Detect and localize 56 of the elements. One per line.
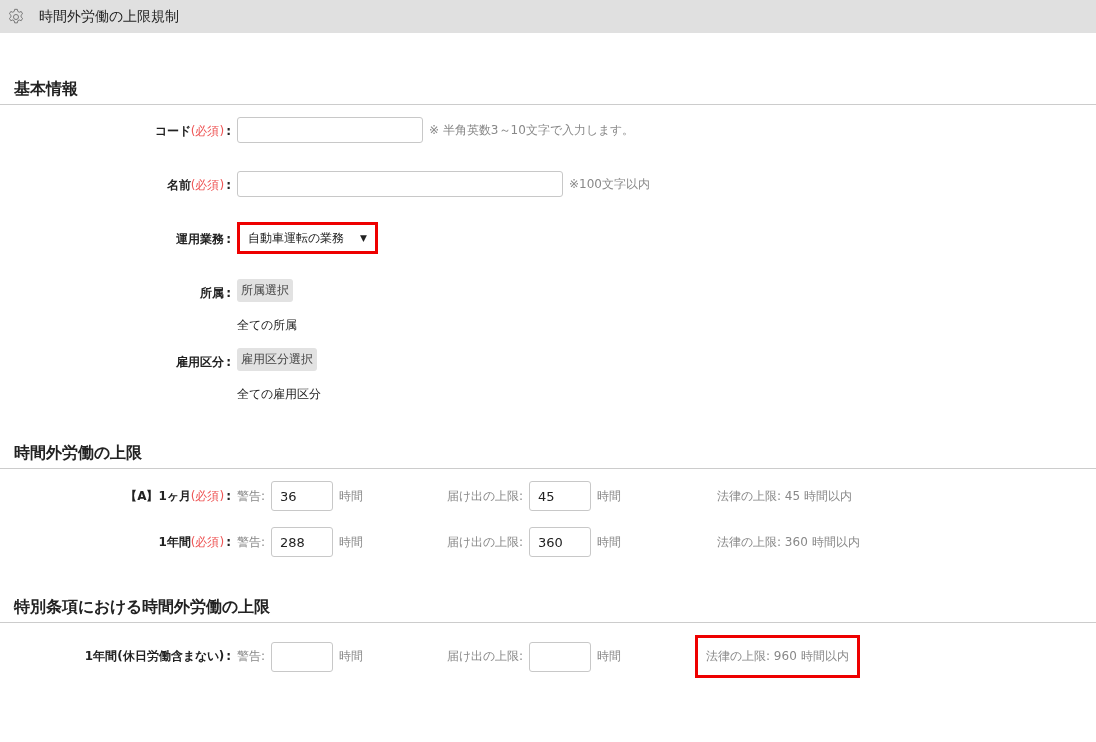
label-colon: : [226, 534, 231, 549]
label-colon: : [226, 286, 231, 300]
caret-icon: ▼ [360, 233, 367, 243]
field-label: 【A】1ヶ月 [125, 488, 191, 503]
field-label: 名前 [166, 178, 191, 192]
legal-limit-text: 法律の上限: 45 時間以内 [717, 487, 852, 505]
number-field[interactable] [529, 641, 592, 672]
select-button[interactable]: 所属選択 [237, 279, 293, 302]
label-colon: : [226, 178, 231, 192]
unit-text: 時間 [339, 487, 364, 505]
section-heading: 特別条項における時間外労働の上限 [0, 597, 1096, 623]
selection-text: 全ての所属 [237, 317, 297, 334]
field-label: 運用業務 [176, 232, 225, 246]
label-colon: : [226, 355, 231, 369]
text-field[interactable] [237, 117, 423, 143]
number-field[interactable]: 360 [529, 527, 592, 557]
label-colon: : [226, 232, 231, 246]
hint-text: ※ 半角英数3～10文字で入力します。 [429, 121, 634, 139]
field-label: 1年間 [158, 534, 191, 549]
number-field[interactable] [271, 641, 334, 672]
label-colon: : [226, 488, 231, 503]
field-label: 届け出の上限: [447, 648, 524, 665]
field-label: 1年間(休日労働含まない) [84, 649, 225, 663]
settings-icon [7, 7, 25, 26]
select-button[interactable]: 雇用区分選択 [237, 348, 317, 371]
field-label: 警告: [237, 533, 266, 551]
field-label: 届け出の上限: [447, 487, 524, 505]
unit-text: 時間 [597, 533, 622, 551]
legal-limit-text: 法律の上限: 960 時間以内 [695, 635, 860, 678]
number-field[interactable]: 36 [271, 481, 334, 511]
page-title: 時間外労働の上限規制 [39, 7, 179, 26]
required-mark: (必須) [190, 488, 225, 503]
section-heading: 基本情報 [0, 79, 1096, 105]
field-label: 所属 [200, 286, 225, 300]
hint-text: ※100文字以内 [569, 175, 650, 193]
unit-text: 時間 [339, 533, 364, 551]
number-field[interactable]: 288 [271, 527, 334, 557]
unit-text: 時間 [339, 648, 364, 665]
label-colon: : [226, 649, 231, 663]
field-label: 届け出の上限: [447, 533, 524, 551]
dropdown[interactable]: 自動車運転の業務 ▼ [237, 222, 378, 254]
field-label: 警告: [237, 487, 266, 505]
required-mark: (必須) [190, 534, 225, 549]
label-colon: : [226, 124, 231, 138]
required-mark: (必須) [190, 124, 225, 138]
required-mark: (必須) [190, 178, 225, 192]
field-label: 雇用区分 [176, 355, 225, 369]
unit-text: 時間 [597, 648, 622, 665]
field-label: 警告: [237, 648, 266, 665]
field-label: コード [154, 124, 191, 138]
section-heading: 時間外労働の上限 [0, 443, 1096, 469]
legal-limit-text: 法律の上限: 360 時間以内 [717, 533, 860, 551]
text-field[interactable] [237, 171, 563, 197]
selection-text: 全ての雇用区分 [237, 386, 321, 403]
number-field[interactable]: 45 [529, 481, 592, 511]
unit-text: 時間 [597, 487, 622, 505]
